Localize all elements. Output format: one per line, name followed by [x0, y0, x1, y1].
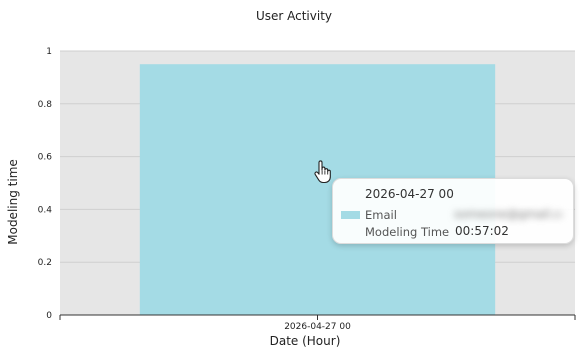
y-tick-label: 0.4	[38, 205, 53, 215]
hand-pointer-icon	[314, 160, 331, 184]
y-tick-label: 1	[46, 47, 52, 57]
y-axis-ticks: 0 0.2 0.4 0.6 0.8 1	[38, 47, 53, 321]
tooltip-email-label: Email	[365, 208, 397, 222]
y-tick-label: 0.2	[38, 258, 52, 268]
y-tick-label: 0	[46, 311, 52, 321]
tooltip-series-swatch	[341, 211, 360, 219]
y-tick-label: 0.8	[38, 100, 53, 110]
tooltip-email-value: someone@gmail.com	[454, 207, 562, 220]
tooltip-modeling-time-label: Modeling Time	[365, 225, 450, 239]
tooltip: 2026-04-27 00 Email someone@gmail.com Mo…	[332, 178, 574, 244]
y-tick-label: 0.6	[38, 153, 53, 163]
y-axis-label: Modeling time	[6, 159, 20, 245]
tooltip-title: 2026-04-27 00	[365, 187, 454, 201]
x-axis-label: Date (Hour)	[270, 334, 341, 348]
tooltip-modeling-time-value: 00:57:02	[455, 224, 509, 238]
chart-title: User Activity	[256, 9, 332, 23]
x-axis-ticks: 2026-04-27 00	[59, 315, 576, 332]
x-tick-label: 2026-04-27 00	[284, 322, 351, 332]
